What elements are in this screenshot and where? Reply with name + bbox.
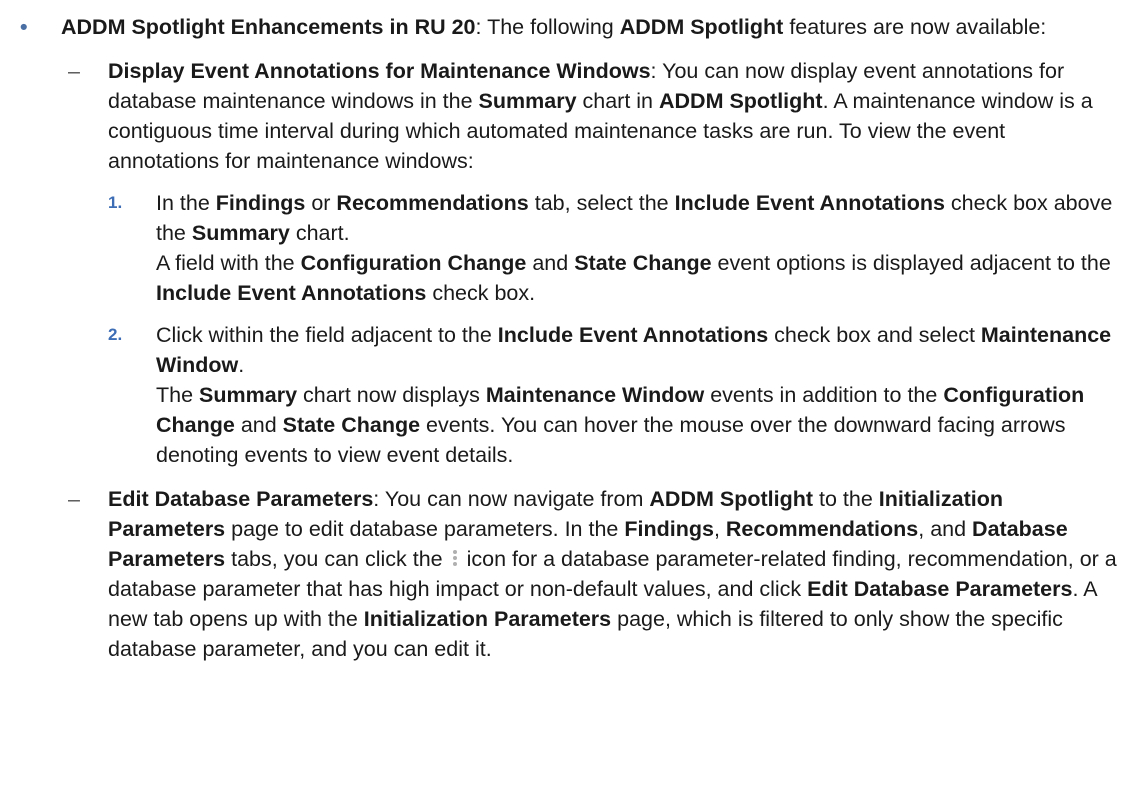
dash-marker: – xyxy=(68,59,80,83)
list-item-addm-spotlight: • ADDM Spotlight Enhancements in RU 20: … xyxy=(0,12,1119,664)
sub-item-event-annotations: – Display Event Annotations for Maintena… xyxy=(0,56,1119,470)
document-page: • ADDM Spotlight Enhancements in RU 20: … xyxy=(0,0,1139,807)
step-result: The xyxy=(156,383,200,407)
sub-item-title: Edit Database Parameters xyxy=(108,487,374,511)
step-result: A field with the xyxy=(156,251,301,275)
sub-item-title: Display Event Annotations for Maintenanc… xyxy=(108,59,651,83)
step-item-1: 1. In the Findings or Recommendations ta… xyxy=(0,188,1119,308)
step-number: 1. xyxy=(108,193,123,212)
dash-marker: – xyxy=(68,487,80,511)
step-number: 2. xyxy=(108,325,123,344)
bullet-marker: • xyxy=(20,15,28,39)
step-item-2: 2. Click within the field adjacent to th… xyxy=(0,320,1119,470)
kebab-vertical-icon xyxy=(451,548,459,568)
item-title: ADDM Spotlight Enhancements in RU 20 xyxy=(61,15,476,39)
sub-item-edit-db-params: – Edit Database Parameters: You can now … xyxy=(0,484,1119,664)
